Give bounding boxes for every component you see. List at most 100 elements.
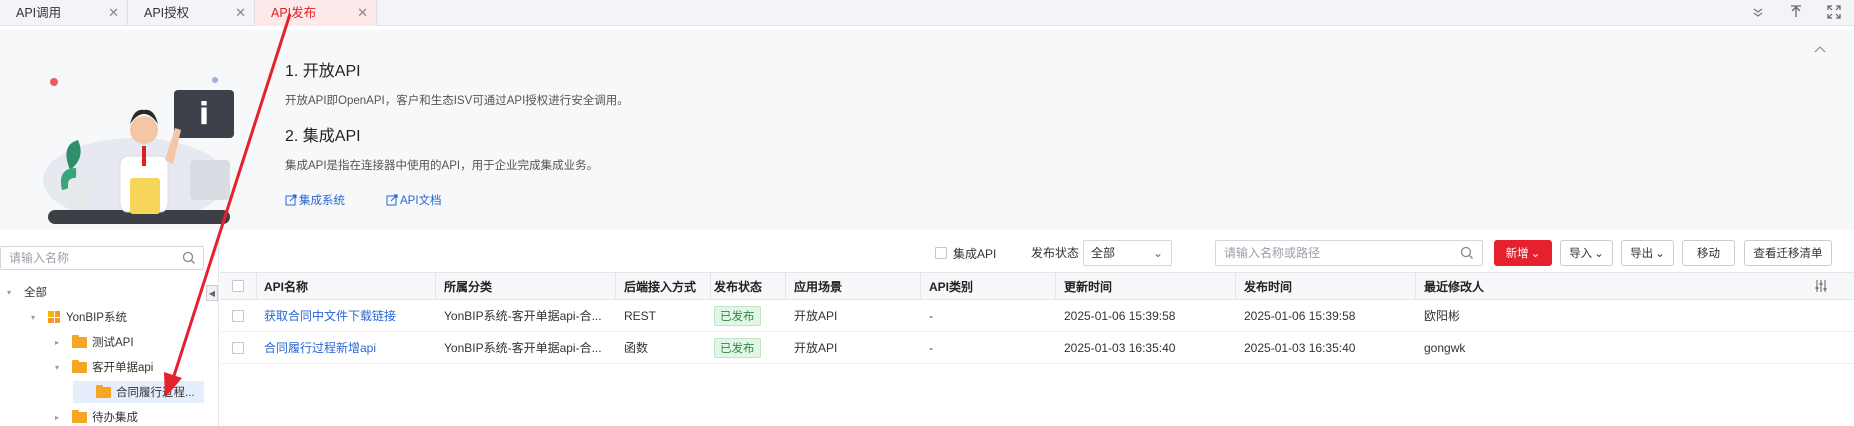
- integration-api-checkbox[interactable]: [935, 247, 947, 259]
- tree-node-label: 客开单据api: [92, 362, 154, 374]
- tab-label: API授权: [144, 6, 190, 20]
- row-checkbox[interactable]: [232, 341, 244, 354]
- import-button[interactable]: 导入 ⌄: [1560, 240, 1613, 266]
- status-select[interactable]: 全部 ⌄: [1083, 240, 1172, 266]
- table-row[interactable]: 获取合同中文件下载链接 YonBIP系统-客开单据api-合... REST 已…: [220, 300, 1854, 332]
- tree-node-label: 全部: [24, 287, 47, 299]
- illustration-image: i: [40, 60, 240, 230]
- chevron-down-icon[interactable]: [1750, 4, 1766, 20]
- app-grid-icon: [48, 311, 60, 323]
- table-row[interactable]: 合同履行过程新增api YonBIP系统-客开单据api-合... 函数 已发布…: [220, 332, 1854, 364]
- caret-down-icon[interactable]: ▾: [52, 363, 62, 372]
- api-search-input[interactable]: [1216, 241, 1446, 265]
- open-api-description: 开放API即OpenAPI，客户和生态ISV可通过API授权进行安全调用。: [285, 95, 629, 107]
- col-header[interactable]: API名称: [264, 273, 434, 299]
- tree-search-input[interactable]: [1, 247, 171, 269]
- tab-api-call[interactable]: API调用 ✕: [0, 0, 128, 26]
- scenario-cell: 开放API: [794, 341, 838, 355]
- collapse-sidebar-button[interactable]: ◀: [206, 285, 218, 301]
- column-settings-icon[interactable]: [1814, 273, 1834, 299]
- access-method-cell: REST: [624, 308, 657, 323]
- modifier-cell: 欧阳彬: [1424, 309, 1461, 323]
- caret-down-icon[interactable]: ▾: [28, 313, 38, 322]
- intro-banner: i 1. 开放API 开放API即OpenAPI，客户和生态ISV可通过API授…: [0, 30, 1854, 230]
- modifier-cell: gongwk: [1424, 340, 1466, 355]
- tree-node-custom-doc-api[interactable]: ▾ 客开单据api: [52, 359, 153, 375]
- tree-node-all[interactable]: ▾ 全部: [4, 284, 47, 300]
- search-icon[interactable]: [1460, 246, 1474, 263]
- export-button[interactable]: 导出 ⌄: [1621, 240, 1674, 266]
- chevron-down-icon: ⌄: [1655, 248, 1665, 260]
- status-filter-label: 发布状态: [1031, 246, 1080, 260]
- category-cell: YonBIP系统-客开单据api-合...: [444, 341, 602, 355]
- col-header[interactable]: 发布时间: [1244, 273, 1414, 299]
- status-cell: 已发布: [714, 332, 789, 363]
- close-icon[interactable]: ✕: [357, 0, 368, 26]
- row-checkbox[interactable]: [232, 309, 244, 322]
- tree-node-label: YonBIP系统: [66, 312, 127, 324]
- integration-system-link[interactable]: 集成系统: [285, 192, 345, 208]
- update-time-cell: 2025-01-06 15:39:58: [1064, 308, 1176, 323]
- fullscreen-icon[interactable]: [1826, 4, 1842, 20]
- move-button[interactable]: 移动: [1682, 240, 1735, 266]
- scenario-cell: 开放API: [794, 309, 838, 323]
- folder-icon: [72, 409, 87, 423]
- export-button-label: 导出: [1630, 248, 1654, 260]
- col-header[interactable]: 最近修改人: [1424, 273, 1624, 299]
- api-docs-link[interactable]: API文档: [386, 192, 442, 208]
- col-header[interactable]: 更新时间: [1064, 273, 1234, 299]
- status-select-value: 全部: [1091, 246, 1116, 260]
- chevron-down-icon: ⌄: [1594, 248, 1604, 260]
- migration-list-button[interactable]: 查看迁移清单: [1744, 240, 1832, 266]
- api-search: [1215, 240, 1483, 266]
- folder-icon: [96, 384, 111, 398]
- col-header[interactable]: 应用场景: [794, 273, 924, 299]
- close-icon[interactable]: ✕: [108, 0, 119, 26]
- category-cell: YonBIP系统-客开单据api-合...: [444, 309, 602, 323]
- tree-node-todo-integration[interactable]: ▸ 待办集成: [52, 409, 138, 425]
- tree-node-label: 待办集成: [92, 412, 138, 424]
- col-header[interactable]: 后端接入方式: [624, 273, 709, 299]
- table-header: API名称 所属分类 后端接入方式 发布状态 应用场景 API类别 更新时间 发…: [220, 272, 1854, 300]
- tab-api-publish[interactable]: API发布 ✕: [255, 0, 377, 26]
- col-header[interactable]: API类别: [929, 273, 1059, 299]
- caret-right-icon[interactable]: ▸: [52, 338, 62, 347]
- caret-right-icon[interactable]: ▸: [52, 413, 62, 422]
- api-name-link[interactable]: 合同履行过程新增api: [264, 332, 434, 363]
- tab-label: API调用: [16, 6, 62, 20]
- integration-api-label: 集成API: [953, 246, 997, 261]
- tab-label: API发布: [271, 6, 317, 20]
- api-type-cell: -: [929, 308, 933, 323]
- heading-open-api: 1. 开放API: [285, 63, 361, 80]
- close-icon[interactable]: ✕: [235, 0, 246, 26]
- integration-api-filter[interactable]: 集成API: [935, 240, 996, 266]
- tree-node-yonbip[interactable]: ▾ YonBIP系统: [28, 309, 127, 325]
- import-button-label: 导入: [1569, 248, 1593, 260]
- link-label: 集成系统: [299, 195, 345, 207]
- upload-icon[interactable]: [1788, 4, 1804, 20]
- select-all-cell: [232, 273, 246, 299]
- folder-icon: [72, 334, 87, 348]
- collapse-banner-icon[interactable]: [1814, 44, 1826, 58]
- status-badge: 已发布: [714, 305, 761, 326]
- external-link-icon: [285, 194, 297, 206]
- publish-time-cell: 2025-01-06 15:39:58: [1244, 308, 1356, 323]
- update-time-cell: 2025-01-03 16:35:40: [1064, 340, 1176, 355]
- svg-text:i: i: [199, 97, 209, 132]
- add-button[interactable]: 新增 ⌄: [1494, 240, 1552, 266]
- tree-node-contract-fulfillment[interactable]: 合同履行过程...: [96, 384, 195, 400]
- col-header[interactable]: 所属分类: [444, 273, 614, 299]
- select-all-checkbox[interactable]: [232, 280, 244, 292]
- api-name-link[interactable]: 获取合同中文件下载链接: [264, 300, 434, 331]
- tab-api-auth[interactable]: API授权 ✕: [128, 0, 255, 26]
- tree-node-test-api[interactable]: ▸ 测试API: [52, 334, 134, 350]
- caret-down-icon[interactable]: ▾: [4, 288, 14, 297]
- search-icon[interactable]: [182, 251, 196, 268]
- status-cell: 已发布: [714, 300, 789, 331]
- migration-list-button-label: 查看迁移清单: [1753, 248, 1823, 260]
- chevron-down-icon: ⌄: [1152, 246, 1163, 260]
- col-header[interactable]: 发布状态: [714, 273, 789, 299]
- folder-icon: [72, 359, 87, 373]
- api-type-cell: -: [929, 340, 933, 355]
- publish-time-cell: 2025-01-03 16:35:40: [1244, 340, 1356, 355]
